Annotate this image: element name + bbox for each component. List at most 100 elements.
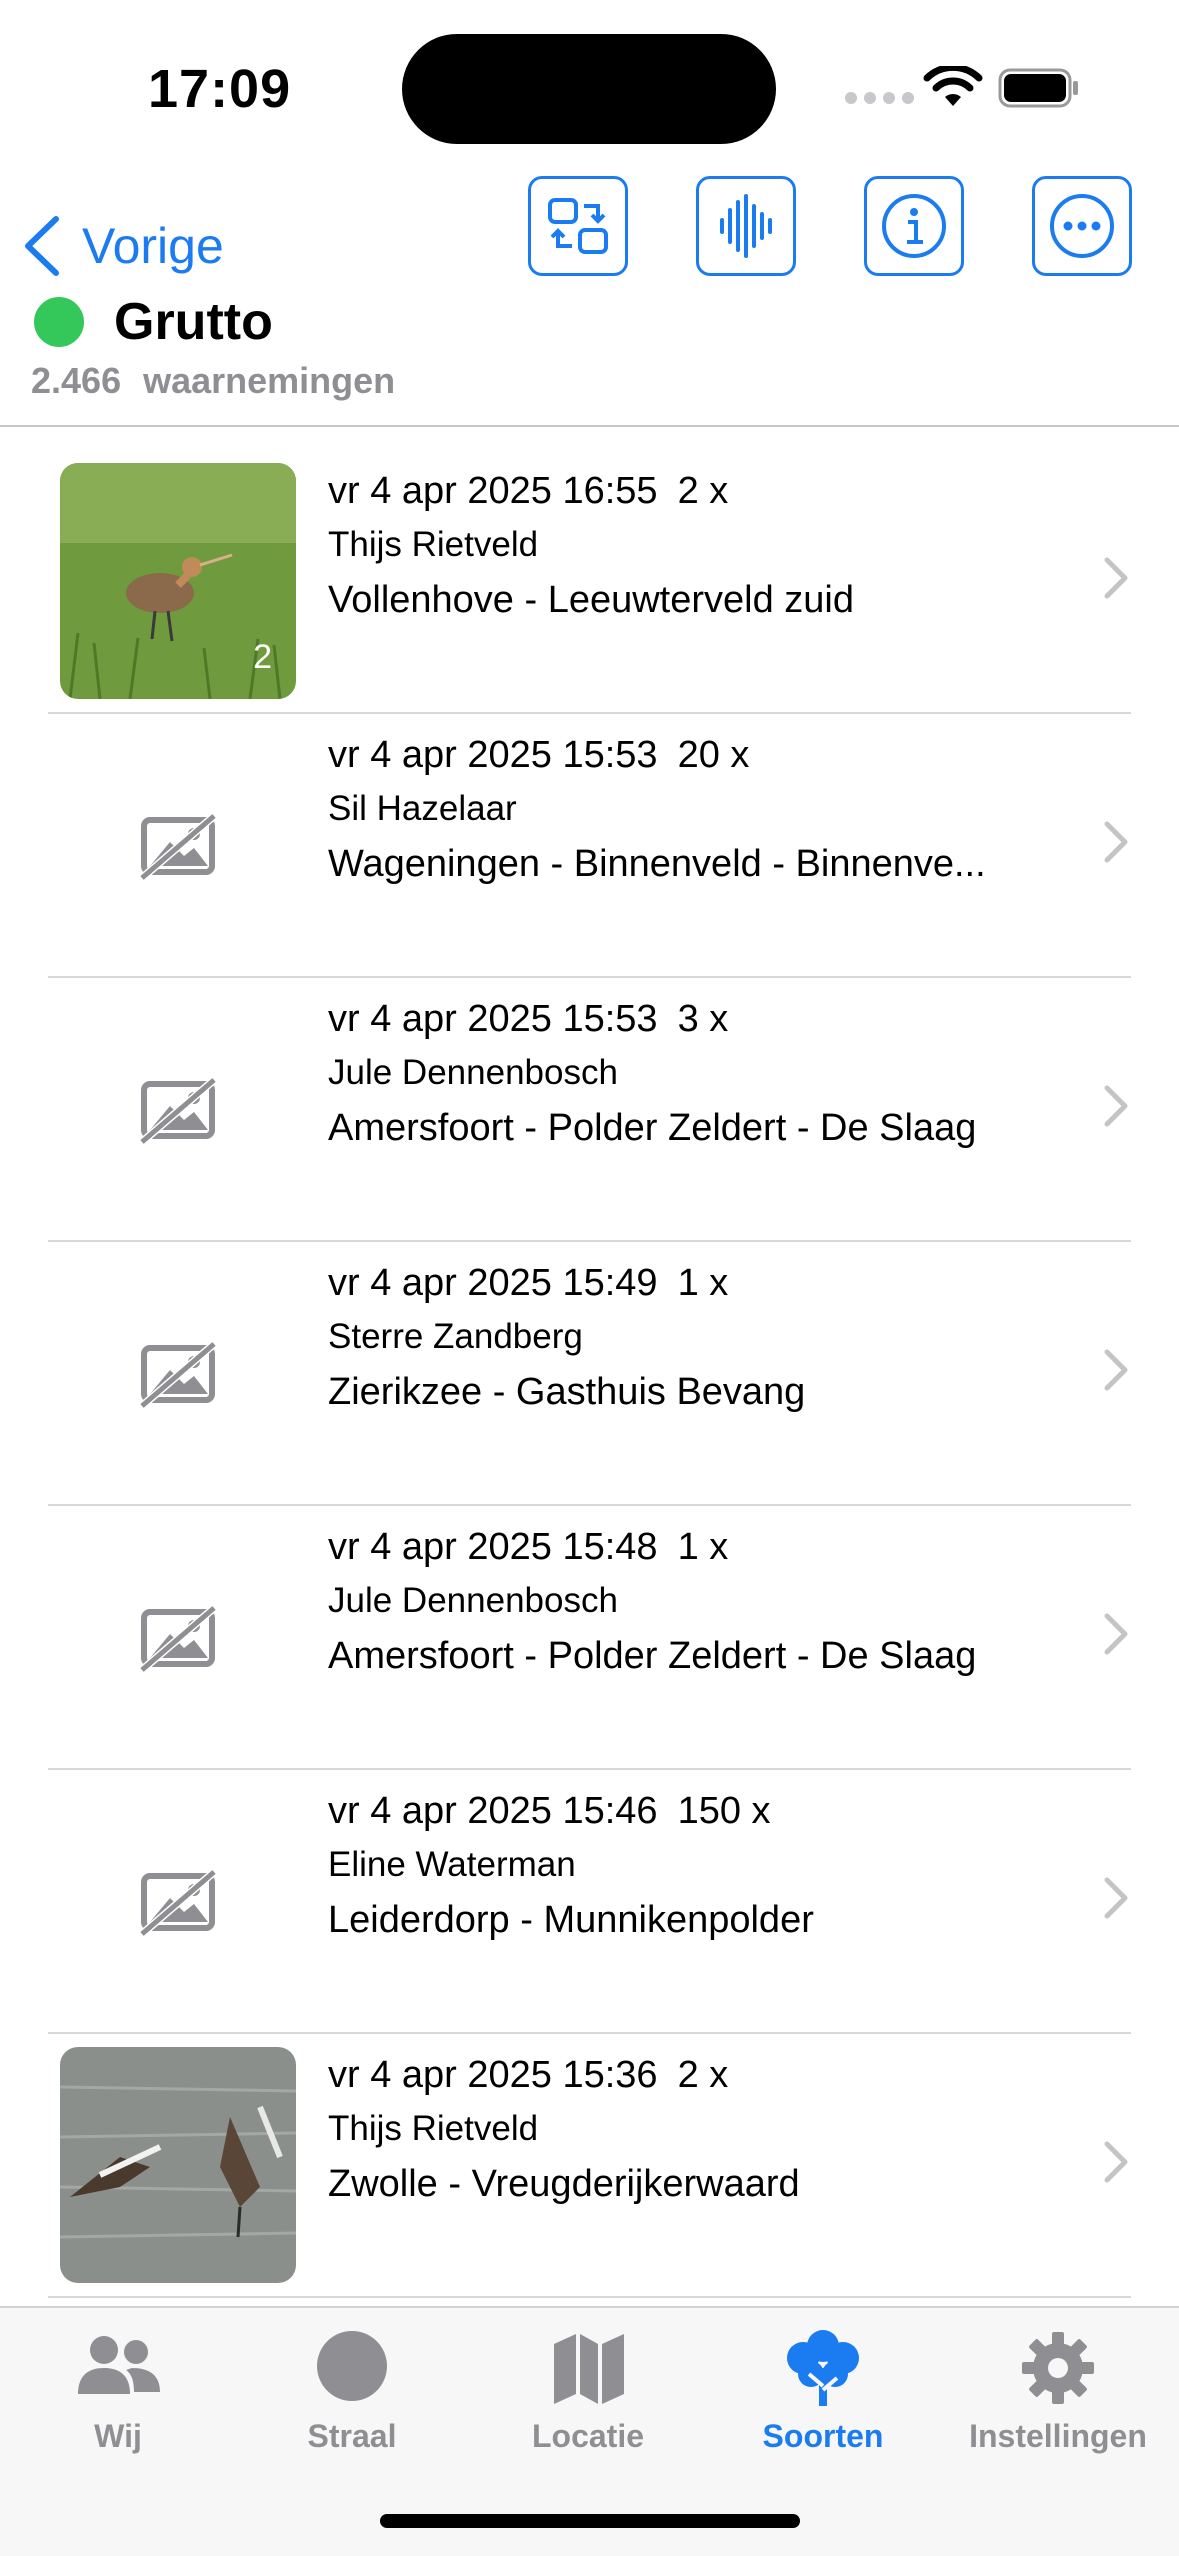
info-button[interactable] bbox=[864, 176, 964, 276]
more-icon bbox=[1050, 194, 1114, 258]
observation-location: Wageningen - Binnenveld - Binnenve... bbox=[328, 843, 986, 885]
map-icon bbox=[554, 2334, 624, 2404]
back-button[interactable]: Vorige bbox=[22, 196, 224, 296]
observation-quantity: 2 x bbox=[677, 470, 729, 512]
observer-name: Sterre Zandberg bbox=[328, 1317, 583, 1356]
tab-straal[interactable]: Straal bbox=[252, 2328, 452, 2478]
observer-name: Sil Hazelaar bbox=[328, 789, 517, 828]
observation-datetime: vr 4 apr 2025 15:53 bbox=[328, 734, 658, 776]
tab-soorten[interactable]: Soorten bbox=[723, 2328, 923, 2478]
observation-row[interactable]: vr 4 apr 2025 15:53 20 x Sil Hazelaar Wagen… bbox=[0, 714, 1179, 978]
observation-location: Zierikzee - Gasthuis Bevang bbox=[328, 1371, 806, 1413]
observation-details: vr 4 apr 2025 15:48 1 x Jule Dennenbosch Am… bbox=[328, 1526, 1048, 1678]
swap-button[interactable] bbox=[528, 176, 628, 276]
no-photo-icon bbox=[139, 1604, 217, 1674]
observation-quantity: 1 x bbox=[677, 1262, 729, 1304]
waveform-icon bbox=[720, 194, 772, 258]
observation-header: vr 4 apr 2025 15:49 1 x bbox=[328, 1262, 1048, 1305]
chevron-right-icon bbox=[1104, 1613, 1128, 1655]
row-separator bbox=[48, 2296, 1131, 2298]
status-bar: 17:09 bbox=[0, 0, 1179, 170]
observation-datetime: vr 4 apr 2025 15:53 bbox=[328, 998, 658, 1040]
cellular-signal-icon bbox=[845, 92, 914, 104]
observation-details: vr 4 apr 2025 15:49 1 x Sterre Zandberg Zie… bbox=[328, 1262, 1048, 1414]
photo-image bbox=[60, 2047, 296, 2283]
observer-name: Eline Waterman bbox=[328, 1845, 576, 1884]
observation-location: Vollenhove - Leeuwterveld zuid bbox=[328, 579, 855, 621]
observation-details: vr 4 apr 2025 15:46 150 x Eline Waterman Le… bbox=[328, 1790, 1048, 1942]
observation-header: vr 4 apr 2025 15:48 1 x bbox=[328, 1526, 1048, 1569]
back-label: Vorige bbox=[82, 218, 224, 274]
observation-datetime: vr 4 apr 2025 15:46 bbox=[328, 1790, 658, 1832]
observation-location: Amersfoort - Polder Zeldert - De Slaag bbox=[328, 1107, 977, 1149]
gear-icon bbox=[1022, 2332, 1094, 2404]
wifi-icon bbox=[923, 66, 983, 106]
observation-row[interactable]: vr 4 apr 2025 15:48 1 x Jule Dennenbosch Am… bbox=[0, 1506, 1179, 1770]
photo-count: 2 bbox=[253, 638, 272, 676]
observation-details: vr 4 apr 2025 15:53 3 x Jule Dennenbosch Am… bbox=[328, 998, 1048, 1150]
tab-wij[interactable]: Wij bbox=[18, 2328, 218, 2478]
observation-quantity: 3 x bbox=[677, 998, 729, 1040]
tree-icon bbox=[787, 2330, 859, 2406]
observation-header: vr 4 apr 2025 15:46 150 x bbox=[328, 1790, 1048, 1833]
observation-summary: 2.466 waarnemingen bbox=[31, 360, 395, 402]
home-indicator bbox=[380, 2514, 800, 2528]
observation-datetime: vr 4 apr 2025 16:55 bbox=[328, 470, 658, 512]
chevron-right-icon bbox=[1104, 821, 1128, 863]
observation-label: waarnemingen bbox=[143, 360, 396, 401]
photo-thumbnail: 2 bbox=[60, 463, 296, 699]
observation-location: Amersfoort - Polder Zeldert - De Slaag bbox=[328, 1635, 977, 1677]
chevron-right-icon bbox=[1104, 1877, 1128, 1919]
observation-header: vr 4 apr 2025 15:53 3 x bbox=[328, 998, 1048, 1041]
sound-button[interactable] bbox=[696, 176, 796, 276]
no-photo-icon bbox=[139, 812, 217, 882]
no-photo-icon bbox=[139, 1340, 217, 1410]
tab-label: Straal bbox=[307, 2418, 397, 2454]
observation-details: vr 4 apr 2025 15:53 20 x Sil Hazelaar Wagen… bbox=[328, 734, 1048, 886]
observation-count: 2.466 bbox=[31, 360, 122, 401]
observation-quantity: 20 x bbox=[677, 734, 750, 776]
chevron-right-icon bbox=[1104, 557, 1128, 599]
info-icon bbox=[882, 194, 946, 258]
observation-datetime: vr 4 apr 2025 15:36 bbox=[328, 2054, 658, 2096]
observation-row[interactable]: vr 4 apr 2025 15:53 3 x Jule Dennenbosch Am… bbox=[0, 978, 1179, 1242]
no-photo-icon bbox=[139, 1868, 217, 1938]
tab-instellingen[interactable]: Instellingen bbox=[958, 2328, 1158, 2478]
observation-datetime: vr 4 apr 2025 15:49 bbox=[328, 1262, 658, 1304]
chevron-right-icon bbox=[1104, 2141, 1128, 2183]
observation-row[interactable]: 2 vr 4 apr 2025 16:55 2 x Thijs Rietveld Vol… bbox=[0, 450, 1179, 714]
observation-quantity: 1 x bbox=[677, 1526, 729, 1568]
observation-datetime: vr 4 apr 2025 15:48 bbox=[328, 1526, 658, 1568]
tab-locatie[interactable]: Locatie bbox=[488, 2328, 688, 2478]
observation-row[interactable]: vr 4 apr 2025 15:36 2 x Thijs Rietveld Zwol… bbox=[0, 2034, 1179, 2298]
status-indicator bbox=[34, 297, 84, 347]
dynamic-island bbox=[402, 34, 776, 144]
observer-name: Thijs Rietveld bbox=[328, 2109, 539, 2148]
observation-row[interactable]: vr 4 apr 2025 15:49 1 x Sterre Zandberg Zie… bbox=[0, 1242, 1179, 1506]
people-icon bbox=[78, 2336, 160, 2394]
observer-name: Jule Dennenbosch bbox=[328, 1053, 618, 1092]
observation-location: Zwolle - Vreugderijkerwaard bbox=[328, 2163, 800, 2205]
chevron-left-icon bbox=[25, 216, 59, 276]
chevron-right-icon bbox=[1104, 1085, 1128, 1127]
observation-header: vr 4 apr 2025 15:36 2 x bbox=[328, 2054, 1048, 2097]
observation-details: vr 4 apr 2025 16:55 2 x Thijs Rietveld Voll… bbox=[328, 470, 1048, 622]
species-title: Grutto bbox=[34, 292, 273, 352]
chevron-right-icon bbox=[1104, 1349, 1128, 1391]
observation-row[interactable]: vr 4 apr 2025 15:46 150 x Eline Waterman Le… bbox=[0, 1770, 1179, 2034]
more-button[interactable] bbox=[1032, 176, 1132, 276]
observation-quantity: 150 x bbox=[677, 1790, 771, 1832]
status-time: 17:09 bbox=[148, 59, 292, 119]
header-divider bbox=[0, 425, 1179, 427]
tab-label: Wij bbox=[94, 2418, 142, 2454]
observation-location: Leiderdorp - Munnikenpolder bbox=[328, 1899, 814, 1941]
observation-details: vr 4 apr 2025 15:36 2 x Thijs Rietveld Zwol… bbox=[328, 2054, 1048, 2206]
tab-label: Soorten bbox=[762, 2418, 884, 2454]
swap-icon bbox=[548, 198, 608, 254]
no-photo-icon bbox=[139, 1076, 217, 1146]
observation-header: vr 4 apr 2025 15:53 20 x bbox=[328, 734, 1048, 777]
tab-label: Instellingen bbox=[969, 2418, 1147, 2454]
tab-label: Locatie bbox=[531, 2418, 645, 2454]
observer-name: Jule Dennenbosch bbox=[328, 1581, 618, 1620]
observer-name: Thijs Rietveld bbox=[328, 525, 539, 564]
